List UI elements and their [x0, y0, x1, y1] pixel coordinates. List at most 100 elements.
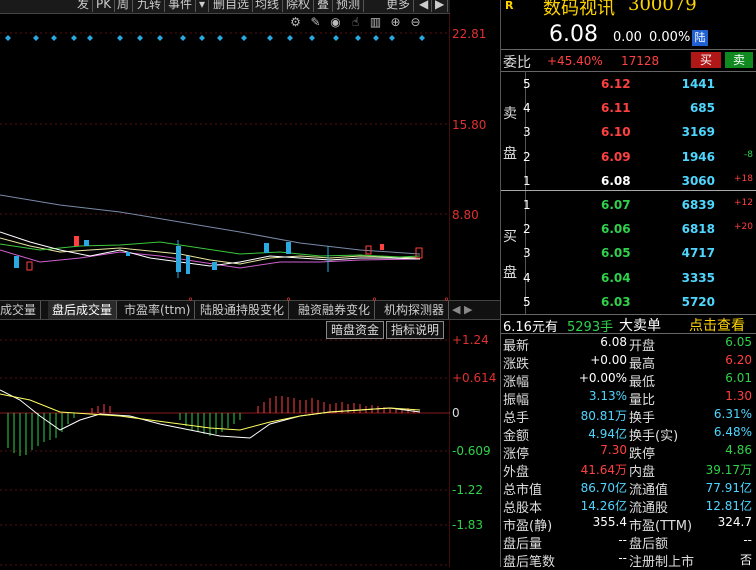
toolbar-overlay[interactable]: 叠	[314, 0, 334, 12]
order-level: 5	[523, 77, 531, 91]
tab-scroll-arrows[interactable]: ◀ ▶	[452, 301, 500, 319]
toolbar-more[interactable]: 更多	[383, 0, 415, 12]
macd-axis-label: +0.614	[452, 371, 497, 385]
price-change-pct: 0.00%	[649, 30, 691, 45]
sell-order-row[interactable]: 3 6.10 3169	[501, 125, 756, 143]
macd-axis-label: 0	[452, 406, 460, 420]
toolbar-jiuzhuan[interactable]: 九转	[134, 0, 166, 12]
stat-label: 换手(实)	[629, 429, 679, 444]
order-level: 3	[523, 246, 531, 261]
stat-label: 总股本	[503, 501, 543, 516]
sell-order-row[interactable]: 4 6.11 685	[501, 101, 756, 119]
order-price: 6.05	[601, 246, 631, 261]
toolbar-forecast[interactable]: 预测	[333, 0, 365, 12]
stat-value: 1.30	[725, 389, 752, 403]
macd-chart[interactable]	[0, 320, 450, 567]
stat-label: 振幅	[503, 393, 530, 408]
stat-value: 否	[739, 553, 752, 567]
indicator-tabs: 成交量 盘后成交量 市盈率(ttm) 陆股通持股变化 融资融券变化 机构探测器 …	[0, 297, 500, 320]
toolbar-remove-favorite[interactable]: 删自选	[210, 0, 254, 12]
sell-button[interactable]: 卖	[725, 52, 753, 68]
plus-circle-icon[interactable]: ⊕	[388, 15, 403, 30]
stat-label: 金额	[503, 429, 530, 444]
order-delta: -8	[744, 149, 753, 160]
buy-order-row[interactable]: 2 6.06 6818 +20	[501, 222, 756, 240]
tab-pe-ttm[interactable]: 市盈率(ttm)	[120, 301, 196, 319]
stat-value: 324.7	[717, 515, 752, 529]
toolbar-exright[interactable]: 除权	[283, 0, 315, 12]
toolbar-ma[interactable]: 均线	[252, 0, 284, 12]
sell-order-row[interactable]: 2 6.09 1946 -8	[501, 150, 756, 168]
last-price: 6.08	[549, 22, 598, 47]
toolbar-fa[interactable]: 发	[74, 0, 94, 12]
view-details-link[interactable]: 点击查看	[689, 315, 745, 335]
stat-label: 最新	[503, 339, 530, 354]
toolbar-prev[interactable]: ◀	[416, 0, 433, 12]
chart-toolbar: 发 PK 周 九转 事件 ▾ 删自选 均线 除权 叠 预测 更多 ◀ ▶	[0, 0, 450, 14]
ma-line-pink	[0, 249, 421, 269]
toolbar-week[interactable]: 周	[114, 0, 134, 12]
stat-row: 振幅 3.13% 量比 1.30	[501, 389, 756, 408]
trash-icon[interactable]: ▥	[368, 15, 383, 30]
tab-mark: °	[372, 297, 377, 308]
toolbar-pk[interactable]: PK	[93, 0, 116, 12]
order-level: 2	[523, 149, 531, 164]
stat-row: 盘后量 -- 盘后额 --	[501, 533, 756, 552]
order-volume: 4717	[681, 246, 715, 261]
stock-code: 300079	[628, 0, 697, 15]
stat-value: 41.64万	[580, 463, 627, 477]
buy-order-row[interactable]: 5 6.03 5720	[501, 295, 756, 313]
stat-label: 盘后笔数	[503, 555, 556, 570]
order-volume: 1946	[681, 149, 715, 164]
order-level: 4	[523, 270, 531, 285]
toolbar-next[interactable]: ▶	[432, 0, 449, 12]
order-price: 6.03	[601, 294, 631, 309]
stat-label: 最高	[629, 357, 656, 372]
toolbar-events[interactable]: 事件	[165, 0, 197, 12]
tab-institution-detector[interactable]: 机构探测器	[380, 301, 450, 319]
tab-afterhours-volume[interactable]: 盘后成交量	[48, 301, 118, 319]
stat-value: 77.91亿	[705, 481, 752, 495]
stat-row: 外盘 41.64万 内盘 39.17万	[501, 461, 756, 480]
sell-order-row[interactable]: 5 6.12 1441	[501, 77, 756, 95]
stat-value: 12.81亿	[705, 499, 752, 513]
tab-volume[interactable]: 成交量	[0, 301, 42, 319]
stat-label: 涨幅	[503, 375, 530, 390]
order-volume: 5720	[681, 294, 715, 309]
gridlines	[0, 32, 450, 215]
hand-icon[interactable]: ☝	[348, 15, 363, 30]
buy-order-row[interactable]: 3 6.05 4717	[501, 246, 756, 264]
chart-tools: ⚙ ✎ ◉ ☝ ▥ ⊕ ⊖	[288, 15, 448, 31]
buy-button[interactable]: 买	[691, 52, 721, 68]
tab-margin-change[interactable]: 融资融券变化	[294, 301, 376, 319]
price-change: 0.00	[613, 30, 642, 45]
tab-northbound-holding[interactable]: 陆股通持股变化	[196, 301, 290, 319]
r-badge: R	[505, 0, 514, 12]
toolbar-dropdown[interactable]: ▾	[196, 0, 210, 12]
stat-row: 涨跌 +0.00 最高 6.20	[501, 353, 756, 372]
order-price: 6.10	[601, 125, 631, 140]
order-price: 6.07	[601, 198, 631, 212]
order-ratio-label: 委比	[503, 55, 531, 71]
pen-icon[interactable]: ✎	[308, 15, 323, 30]
buy-order-row[interactable]: 1 6.07 6839 +12	[501, 198, 756, 216]
stat-row: 市盈(静) 355.4 市盈(TTM) 324.7	[501, 515, 756, 534]
stat-label: 涨停	[503, 447, 530, 462]
kline-chart[interactable]	[0, 0, 450, 300]
stat-label: 总手	[503, 411, 530, 426]
stat-label: 跌停	[629, 447, 656, 462]
event-markers	[5, 35, 425, 41]
macd-axis-label: -1.22	[452, 483, 484, 497]
order-level: 2	[523, 222, 531, 237]
order-price: 6.08	[601, 173, 631, 188]
buy-order-row[interactable]: 4 6.04 3335	[501, 271, 756, 289]
order-delta: +18	[734, 173, 753, 184]
gear-icon[interactable]: ⚙	[288, 15, 303, 30]
stat-label: 市盈(静)	[503, 519, 553, 534]
order-delta: +12	[734, 198, 753, 208]
stat-row: 总市值 86.70亿 流通值 77.91亿	[501, 479, 756, 498]
eye-icon[interactable]: ◉	[328, 15, 343, 30]
stat-label: 盘后额	[629, 537, 669, 552]
minus-circle-icon[interactable]: ⊖	[408, 15, 423, 30]
stat-value: +0.00	[590, 353, 627, 367]
